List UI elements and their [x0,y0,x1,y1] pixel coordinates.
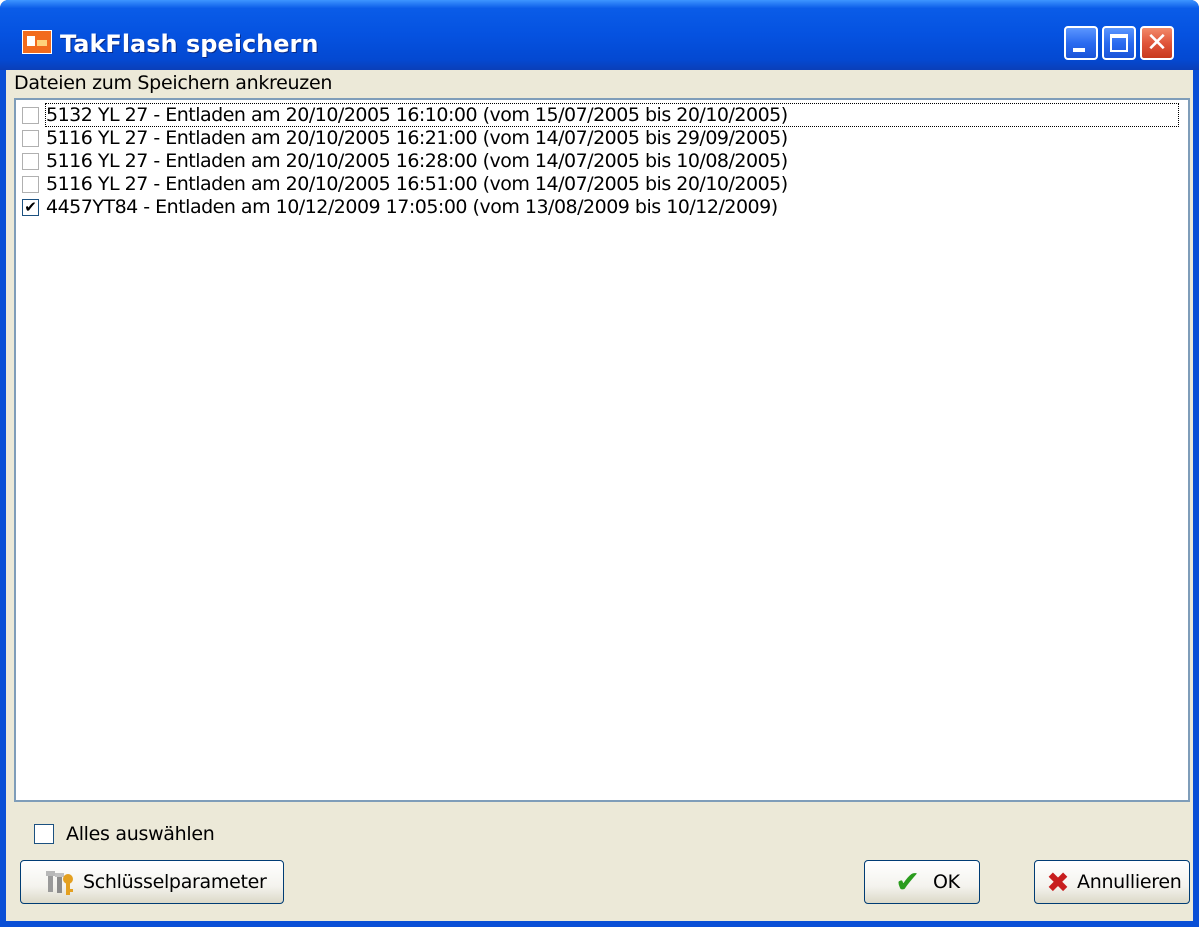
title-bar[interactable]: TakFlash speichern ✕ [0,0,1199,70]
ok-label: OK [933,871,960,893]
item-label: 5132 YL 27 - Entladen am 20/10/2005 16:1… [45,103,1179,127]
maximize-icon [1110,34,1128,52]
dialog-client-area: Dateien zum Speichern ankreuzen 5132 YL … [6,70,1193,921]
close-button[interactable]: ✕ [1140,26,1174,60]
item-label: 5116 YL 27 - Entladen am 20/10/2005 16:5… [46,173,788,195]
dialog-window: TakFlash speichern ✕ Dateien zum Speiche… [0,0,1199,927]
file-checklist[interactable]: 5132 YL 27 - Entladen am 20/10/2005 16:1… [14,98,1190,802]
item-checkbox[interactable] [22,130,39,147]
item-checkbox[interactable] [22,176,39,193]
select-all-label: Alles auswählen [66,823,215,845]
maximize-button[interactable] [1102,26,1136,60]
item-checkbox-checked[interactable]: ✔ [22,199,39,216]
list-item[interactable]: 5132 YL 27 - Entladen am 20/10/2005 16:1… [22,103,1184,127]
list-item[interactable]: 5116 YL 27 - Entladen am 20/10/2005 16:2… [22,150,1184,172]
list-item[interactable]: ✔ 4457YT84 - Entladen am 10/12/2009 17:0… [22,196,1184,218]
list-item[interactable]: 5116 YL 27 - Entladen am 20/10/2005 16:5… [22,173,1184,195]
minimize-icon [1073,48,1085,52]
key-parameters-icon [46,871,73,895]
checkmark-icon: ✔ [24,198,37,216]
item-label: 5116 YL 27 - Entladen am 20/10/2005 16:2… [46,127,788,149]
app-icon [22,30,52,54]
cancel-button[interactable]: ✖ Annullieren [1034,860,1190,904]
item-label: 5116 YL 27 - Entladen am 20/10/2005 16:2… [46,150,788,172]
minimize-button[interactable] [1064,26,1098,60]
list-item[interactable]: 5116 YL 27 - Entladen am 20/10/2005 16:2… [22,127,1184,149]
ok-button[interactable]: ✔ OK [864,860,980,904]
window-title: TakFlash speichern [60,30,319,58]
item-checkbox[interactable] [22,153,39,170]
key-parameters-button[interactable]: Schlüsselparameter [20,860,284,904]
item-label: 4457YT84 - Entladen am 10/12/2009 17:05:… [46,196,778,218]
checkmark-icon: ✔ [895,865,921,900]
select-all-checkbox[interactable] [34,824,54,844]
red-x-icon: ✖ [1046,866,1070,899]
close-icon: ✕ [1146,28,1168,58]
list-header-label: Dateien zum Speichern ankreuzen [14,72,333,94]
item-checkbox[interactable] [22,107,39,124]
cancel-label: Annullieren [1077,871,1182,893]
key-parameters-label: Schlüsselparameter [83,871,267,893]
